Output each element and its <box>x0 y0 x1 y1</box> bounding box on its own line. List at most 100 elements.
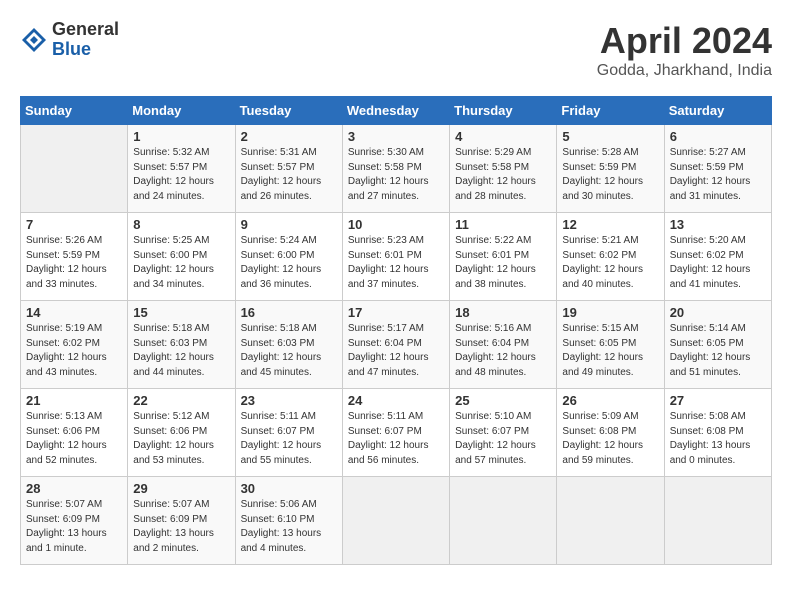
day-number: 14 <box>26 305 122 320</box>
calendar-cell <box>342 477 449 565</box>
day-number: 8 <box>133 217 229 232</box>
logo: General Blue <box>20 20 119 60</box>
day-number: 20 <box>670 305 766 320</box>
day-number: 22 <box>133 393 229 408</box>
day-number: 6 <box>670 129 766 144</box>
day-number: 30 <box>241 481 337 496</box>
logo-text: General Blue <box>52 20 119 60</box>
location: Godda, Jharkhand, India <box>597 62 772 80</box>
calendar-row: 1Sunrise: 5:32 AM Sunset: 5:57 PM Daylig… <box>21 125 772 213</box>
calendar-cell: 13 Sunrise: 5:20 AM Sunset: 6:02 PM Dayli… <box>664 213 771 301</box>
day-info: Sunrise: 5:15 AM Sunset: 6:05 PM Dayligh… <box>562 322 658 380</box>
calendar-cell: 8 Sunrise: 5:25 AM Sunset: 6:00 PM Daylig… <box>128 213 235 301</box>
day-number: 19 <box>562 305 658 320</box>
day-info: Sunrise: 5:11 AM Sunset: 6:07 PM Dayligh… <box>241 410 337 468</box>
header-row: SundayMondayTuesdayWednesdayThursdayFrid… <box>21 97 772 125</box>
calendar-cell: 17 Sunrise: 5:17 AM Sunset: 6:04 PM Dayli… <box>342 301 449 389</box>
day-number: 2 <box>241 129 337 144</box>
title-block: April 2024 Godda, Jharkhand, India <box>597 20 772 80</box>
column-header-sunday: Sunday <box>21 97 128 125</box>
day-info: Sunrise: 5:24 AM Sunset: 6:00 PM Dayligh… <box>241 234 337 292</box>
calendar-cell <box>664 477 771 565</box>
calendar-cell: 24Sunrise: 5:11 AM Sunset: 6:07 PM Dayli… <box>342 389 449 477</box>
day-info: Sunrise: 5:18 AM Sunset: 6:03 PM Dayligh… <box>133 322 229 380</box>
day-number: 7 <box>26 217 122 232</box>
calendar-cell: 9Sunrise: 5:24 AM Sunset: 6:00 PM Daylig… <box>235 213 342 301</box>
day-info: Sunrise: 5:25 AM Sunset: 6:00 PM Dayligh… <box>133 234 229 292</box>
calendar-cell: 23Sunrise: 5:11 AM Sunset: 6:07 PM Dayli… <box>235 389 342 477</box>
day-info: Sunrise: 5:13 AM Sunset: 6:06 PM Dayligh… <box>26 410 122 468</box>
calendar-cell: 19 Sunrise: 5:15 AM Sunset: 6:05 PM Dayli… <box>557 301 664 389</box>
calendar-cell: 4Sunrise: 5:29 AM Sunset: 5:58 PM Daylig… <box>450 125 557 213</box>
day-number: 25 <box>455 393 551 408</box>
day-info: Sunrise: 5:20 AM Sunset: 6:02 PM Dayligh… <box>670 234 766 292</box>
calendar-cell <box>557 477 664 565</box>
day-info: Sunrise: 5:19 AM Sunset: 6:02 PM Dayligh… <box>26 322 122 380</box>
calendar-cell: 28 Sunrise: 5:07 AM Sunset: 6:09 PM Dayli… <box>21 477 128 565</box>
calendar-table: SundayMondayTuesdayWednesdayThursdayFrid… <box>20 96 772 565</box>
calendar-cell <box>21 125 128 213</box>
day-number: 5 <box>562 129 658 144</box>
column-header-tuesday: Tuesday <box>235 97 342 125</box>
day-info: Sunrise: 5:29 AM Sunset: 5:58 PM Dayligh… <box>455 146 551 204</box>
day-number: 1 <box>133 129 229 144</box>
calendar-row: 21 Sunrise: 5:13 AM Sunset: 6:06 PM Dayli… <box>21 389 772 477</box>
column-header-saturday: Saturday <box>664 97 771 125</box>
calendar-cell: 21 Sunrise: 5:13 AM Sunset: 6:06 PM Dayli… <box>21 389 128 477</box>
calendar-cell: 18 Sunrise: 5:16 AM Sunset: 6:04 PM Dayli… <box>450 301 557 389</box>
calendar-cell: 26 Sunrise: 5:09 AM Sunset: 6:08 PM Dayli… <box>557 389 664 477</box>
day-number: 21 <box>26 393 122 408</box>
calendar-cell: 2Sunrise: 5:31 AM Sunset: 5:57 PM Daylig… <box>235 125 342 213</box>
page-header: General Blue April 2024 Godda, Jharkhand… <box>20 20 772 80</box>
day-info: Sunrise: 5:26 AM Sunset: 5:59 PM Dayligh… <box>26 234 122 292</box>
calendar-cell: 3 Sunrise: 5:30 AM Sunset: 5:58 PM Daylig… <box>342 125 449 213</box>
day-number: 26 <box>562 393 658 408</box>
calendar-cell: 5 Sunrise: 5:28 AM Sunset: 5:59 PM Daylig… <box>557 125 664 213</box>
calendar-cell: 12Sunrise: 5:21 AM Sunset: 6:02 PM Dayli… <box>557 213 664 301</box>
calendar-cell: 6Sunrise: 5:27 AM Sunset: 5:59 PM Daylig… <box>664 125 771 213</box>
day-number: 15 <box>133 305 229 320</box>
column-header-friday: Friday <box>557 97 664 125</box>
day-info: Sunrise: 5:16 AM Sunset: 6:04 PM Dayligh… <box>455 322 551 380</box>
day-number: 17 <box>348 305 444 320</box>
day-number: 3 <box>348 129 444 144</box>
calendar-cell: 29Sunrise: 5:07 AM Sunset: 6:09 PM Dayli… <box>128 477 235 565</box>
day-info: Sunrise: 5:08 AM Sunset: 6:08 PM Dayligh… <box>670 410 766 468</box>
column-header-thursday: Thursday <box>450 97 557 125</box>
calendar-cell: 10Sunrise: 5:23 AM Sunset: 6:01 PM Dayli… <box>342 213 449 301</box>
calendar-cell: 11 Sunrise: 5:22 AM Sunset: 6:01 PM Dayli… <box>450 213 557 301</box>
day-info: Sunrise: 5:07 AM Sunset: 6:09 PM Dayligh… <box>133 498 229 556</box>
day-info: Sunrise: 5:18 AM Sunset: 6:03 PM Dayligh… <box>241 322 337 380</box>
day-info: Sunrise: 5:30 AM Sunset: 5:58 PM Dayligh… <box>348 146 444 204</box>
calendar-cell: 7 Sunrise: 5:26 AM Sunset: 5:59 PM Daylig… <box>21 213 128 301</box>
day-number: 13 <box>670 217 766 232</box>
calendar-cell <box>450 477 557 565</box>
day-info: Sunrise: 5:12 AM Sunset: 6:06 PM Dayligh… <box>133 410 229 468</box>
day-info: Sunrise: 5:10 AM Sunset: 6:07 PM Dayligh… <box>455 410 551 468</box>
calendar-row: 7 Sunrise: 5:26 AM Sunset: 5:59 PM Daylig… <box>21 213 772 301</box>
month-year: April 2024 <box>597 20 772 62</box>
calendar-row: 14 Sunrise: 5:19 AM Sunset: 6:02 PM Dayli… <box>21 301 772 389</box>
calendar-cell: 30 Sunrise: 5:06 AM Sunset: 6:10 PM Dayli… <box>235 477 342 565</box>
day-info: Sunrise: 5:21 AM Sunset: 6:02 PM Dayligh… <box>562 234 658 292</box>
day-info: Sunrise: 5:06 AM Sunset: 6:10 PM Dayligh… <box>241 498 337 556</box>
day-info: Sunrise: 5:11 AM Sunset: 6:07 PM Dayligh… <box>348 410 444 468</box>
day-info: Sunrise: 5:09 AM Sunset: 6:08 PM Dayligh… <box>562 410 658 468</box>
calendar-cell: 1Sunrise: 5:32 AM Sunset: 5:57 PM Daylig… <box>128 125 235 213</box>
day-number: 27 <box>670 393 766 408</box>
column-header-monday: Monday <box>128 97 235 125</box>
day-info: Sunrise: 5:17 AM Sunset: 6:04 PM Dayligh… <box>348 322 444 380</box>
day-number: 10 <box>348 217 444 232</box>
day-number: 11 <box>455 217 551 232</box>
day-info: Sunrise: 5:22 AM Sunset: 6:01 PM Dayligh… <box>455 234 551 292</box>
day-number: 18 <box>455 305 551 320</box>
calendar-cell: 22 Sunrise: 5:12 AM Sunset: 6:06 PM Dayli… <box>128 389 235 477</box>
calendar-cell: 25 Sunrise: 5:10 AM Sunset: 6:07 PM Dayli… <box>450 389 557 477</box>
day-number: 28 <box>26 481 122 496</box>
day-info: Sunrise: 5:07 AM Sunset: 6:09 PM Dayligh… <box>26 498 122 556</box>
day-number: 16 <box>241 305 337 320</box>
calendar-cell: 14 Sunrise: 5:19 AM Sunset: 6:02 PM Dayli… <box>21 301 128 389</box>
calendar-row: 28 Sunrise: 5:07 AM Sunset: 6:09 PM Dayli… <box>21 477 772 565</box>
day-info: Sunrise: 5:28 AM Sunset: 5:59 PM Dayligh… <box>562 146 658 204</box>
calendar-cell: 15 Sunrise: 5:18 AM Sunset: 6:03 PM Dayli… <box>128 301 235 389</box>
